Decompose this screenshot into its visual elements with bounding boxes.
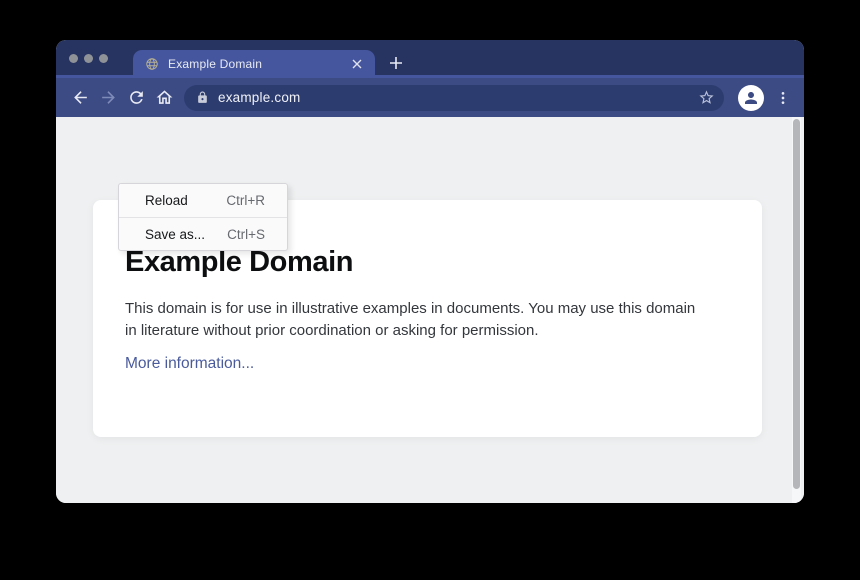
scrollbar-track[interactable] <box>792 117 801 503</box>
overflow-menu-dots-icon <box>775 90 791 106</box>
home-icon <box>155 88 174 107</box>
window-controls <box>69 54 108 63</box>
context-menu: Reload Ctrl+R Save as... Ctrl+S <box>118 183 288 251</box>
bookmark-star-icon[interactable] <box>698 89 715 106</box>
window-control-dot[interactable] <box>84 54 93 63</box>
navigation-toolbar: example.com <box>56 78 804 117</box>
lock-icon <box>196 91 209 104</box>
plus-icon <box>389 56 403 70</box>
menu-item-label: Save as... <box>145 227 205 242</box>
menu-item-shortcut: Ctrl+R <box>226 193 265 208</box>
desktop-background: Example Domain <box>0 0 860 580</box>
menu-item-label: Reload <box>145 193 188 208</box>
browser-window: Example Domain <box>56 40 804 503</box>
window-control-dot[interactable] <box>99 54 108 63</box>
tab-title: Example Domain <box>168 57 349 71</box>
forward-button[interactable] <box>94 84 122 112</box>
context-menu-item-reload[interactable]: Reload Ctrl+R <box>119 184 287 217</box>
scrollbar-thumb[interactable] <box>793 119 800 489</box>
forward-arrow-icon <box>99 88 118 107</box>
browser-menu-button[interactable] <box>772 84 794 112</box>
globe-favicon-icon <box>145 57 159 71</box>
address-bar[interactable]: example.com <box>184 85 724 111</box>
menu-item-shortcut: Ctrl+S <box>227 227 265 242</box>
tab-example-domain[interactable]: Example Domain <box>133 50 375 78</box>
reload-icon <box>127 88 146 107</box>
back-arrow-icon <box>71 88 90 107</box>
tab-close-icon[interactable] <box>349 56 365 72</box>
new-tab-button[interactable] <box>384 51 408 75</box>
reload-button[interactable] <box>122 84 150 112</box>
window-control-dot[interactable] <box>69 54 78 63</box>
context-menu-item-save-as[interactable]: Save as... Ctrl+S <box>119 217 287 250</box>
person-icon <box>742 89 760 107</box>
page-viewport: Example Domain This domain is for use in… <box>56 117 804 503</box>
more-information-link[interactable]: More information... <box>125 355 254 373</box>
profile-avatar[interactable] <box>738 85 764 111</box>
home-button[interactable] <box>150 84 178 112</box>
page-paragraph: This domain is for use in illustrative e… <box>125 298 710 341</box>
url-text[interactable]: example.com <box>218 90 698 105</box>
back-button[interactable] <box>66 84 94 112</box>
titlebar: Example Domain <box>56 40 804 78</box>
